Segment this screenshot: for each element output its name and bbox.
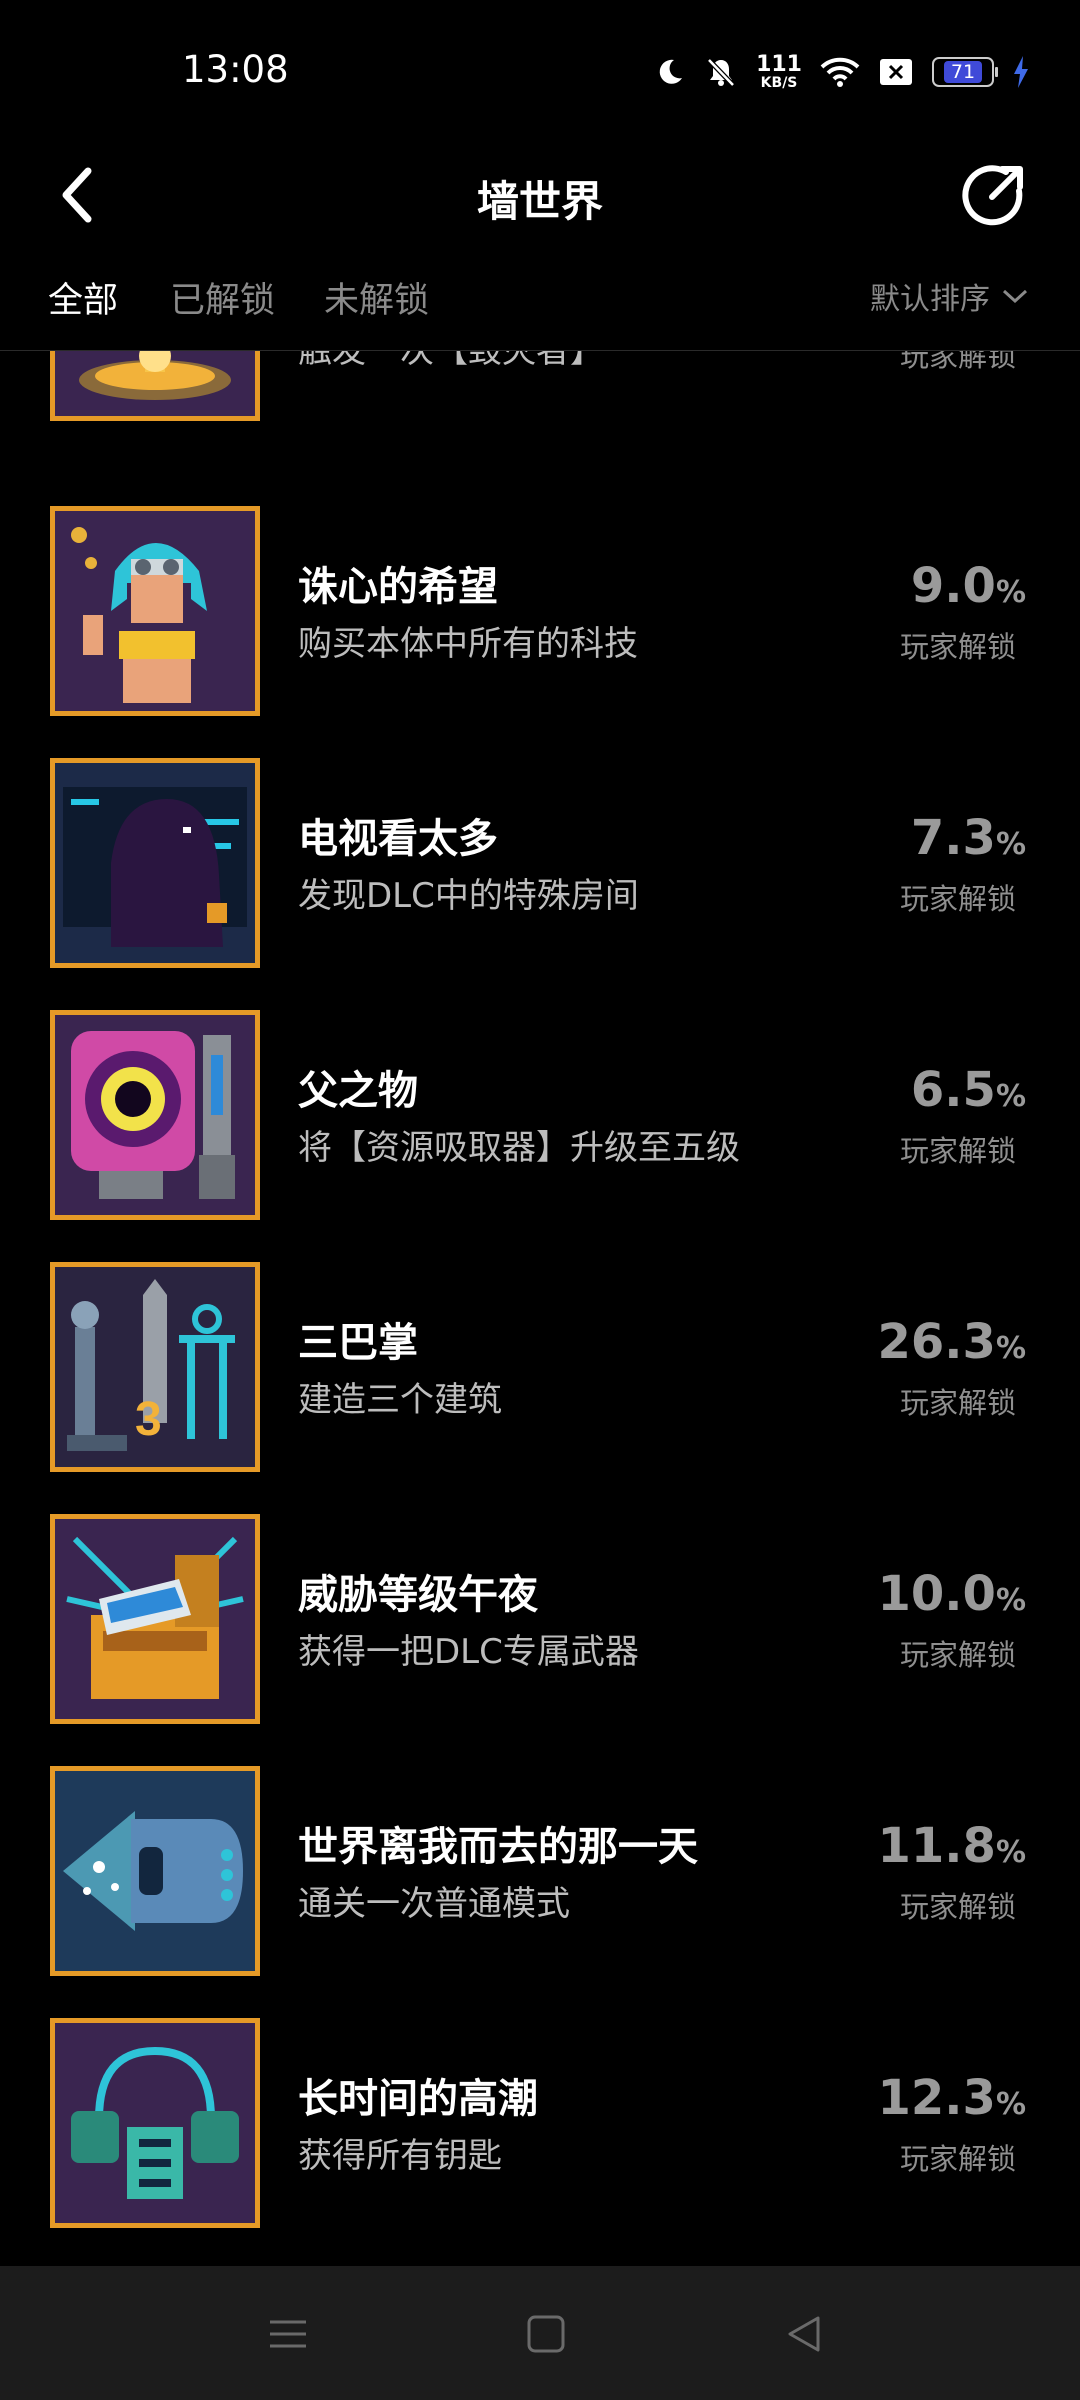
unlock-percent: 11.8% xyxy=(877,1818,1027,1874)
escape-ship-icon xyxy=(50,1766,260,1976)
unlock-percent: 7.3% xyxy=(910,810,1026,866)
achievement-name: 电视看太多 xyxy=(298,816,498,862)
achievement-row[interactable]: 诛心的希望 购买本体中所有的科技 9.0% 玩家解锁 xyxy=(0,506,1080,758)
achievement-desc: 发现DLC中的特殊房间 xyxy=(298,876,639,916)
blue-hair-girl-icon xyxy=(50,506,260,716)
achievement-desc: 建造三个建筑 xyxy=(298,1380,502,1420)
svg-text:3: 3 xyxy=(135,1393,162,1446)
back-nav-button[interactable] xyxy=(774,2304,834,2364)
triangle-back-icon xyxy=(788,2316,820,2352)
status-icons: 111 KB/S 71 xyxy=(654,48,1030,96)
achievement-row[interactable]: 威胁等级午夜 获得一把DLC专属武器 10.0% 玩家解锁 xyxy=(0,1514,1080,1766)
square-icon xyxy=(527,2315,565,2353)
share-button[interactable] xyxy=(954,155,1034,235)
achievement-desc: 触发一次【毁灭者】 xyxy=(298,351,604,371)
achievement-name: 父之物 xyxy=(298,1068,418,1114)
three-buildings-icon: 3 xyxy=(50,1262,260,1472)
menu-button[interactable] xyxy=(258,2304,318,2364)
weapon-chest-icon xyxy=(50,1514,260,1724)
no-sim-icon xyxy=(878,57,914,87)
fountain-icon xyxy=(50,351,260,421)
achievement-desc: 获得所有钥匙 xyxy=(298,2136,502,2176)
wifi-icon xyxy=(820,56,860,88)
header: 墙世界 xyxy=(0,130,1080,260)
achievement-row[interactable]: 电视看太多 发现DLC中的特殊房间 7.3% 玩家解锁 xyxy=(0,758,1080,1010)
vortex-machine-icon xyxy=(50,1010,260,1220)
unlock-percent: 6.5% xyxy=(910,1062,1026,1118)
sort-dropdown[interactable]: 默认排序 xyxy=(870,274,1028,318)
mute-bell-icon xyxy=(704,55,738,89)
achievement-name: 诛心的希望 xyxy=(298,564,498,610)
key-device-icon xyxy=(50,2018,260,2228)
achievement-name: 世界离我而去的那一天 xyxy=(298,1824,698,1870)
percent-label: 玩家解锁 xyxy=(899,2142,1016,2176)
chevron-down-icon xyxy=(1002,289,1028,304)
network-speed: 111 KB/S xyxy=(756,52,802,91)
achievement-row[interactable]: 3 三巴掌 建造三个建筑 26.3% 玩家解锁 xyxy=(0,1262,1080,1514)
unlock-percent: 10.0% xyxy=(877,1566,1027,1622)
achievement-row[interactable]: 长时间的高潮 获得所有钥匙 12.3% 玩家解锁 xyxy=(0,2018,1080,2266)
system-nav-bar xyxy=(0,2266,1080,2400)
share-icon xyxy=(962,165,1023,226)
unlock-percent: 26.3% xyxy=(877,1314,1027,1370)
percent-label: 玩家解锁 xyxy=(899,1134,1016,1168)
achievement-list[interactable]: 触发一次【毁灭者】 玩家解锁 诛心的希望 购买本体中所有的科技 9.0% 玩家解… xyxy=(0,351,1080,2266)
percent-label: 玩家解锁 xyxy=(899,1890,1016,1924)
battery-icon: 71 xyxy=(932,57,998,87)
achievement-desc: 购买本体中所有的科技 xyxy=(298,624,638,664)
hooded-figure-icon xyxy=(50,758,260,968)
sort-label: 默认排序 xyxy=(870,282,990,317)
percent-label: 玩家解锁 xyxy=(899,1386,1016,1420)
unlock-percent: 9.0% xyxy=(910,558,1026,614)
achievement-desc: 通关一次普通模式 xyxy=(298,1884,570,1924)
achievement-desc: 将【资源吸取器】升级至五级 xyxy=(298,1128,740,1168)
status-bar: 13:08 111 KB/S 71 xyxy=(0,0,1080,130)
filter-tabs: 全部 已解锁 未解锁 默认排序 xyxy=(0,260,1080,351)
achievement-name: 长时间的高潮 xyxy=(298,2076,538,2122)
achievement-name: 威胁等级午夜 xyxy=(298,1572,538,1618)
moon-icon xyxy=(654,56,686,88)
percent-label: 玩家解锁 xyxy=(899,630,1016,664)
menu-icon xyxy=(270,2320,306,2348)
home-button[interactable] xyxy=(516,2304,576,2364)
achievement-desc: 获得一把DLC专属武器 xyxy=(298,1632,639,1672)
page-title: 墙世界 xyxy=(476,177,603,226)
percent-label: 玩家解锁 xyxy=(899,882,1016,916)
achievement-row[interactable]: 触发一次【毁灭者】 玩家解锁 xyxy=(0,351,1080,463)
tab-unlocked[interactable]: 已解锁 xyxy=(170,272,275,323)
tab-all[interactable]: 全部 xyxy=(48,272,118,323)
unlock-percent: 12.3% xyxy=(877,2070,1027,2126)
percent-label: 玩家解锁 xyxy=(899,351,1016,373)
percent-label: 玩家解锁 xyxy=(899,1638,1016,1672)
tab-locked[interactable]: 未解锁 xyxy=(324,272,429,323)
achievement-row[interactable]: 父之物 将【资源吸取器】升级至五级 6.5% 玩家解锁 xyxy=(0,1010,1080,1262)
charging-bolt-icon xyxy=(1012,55,1030,89)
achievement-row[interactable]: 世界离我而去的那一天 通关一次普通模式 11.8% 玩家解锁 xyxy=(0,1766,1080,2018)
achievement-name: 三巴掌 xyxy=(298,1320,418,1366)
status-time: 13:08 xyxy=(182,48,289,91)
